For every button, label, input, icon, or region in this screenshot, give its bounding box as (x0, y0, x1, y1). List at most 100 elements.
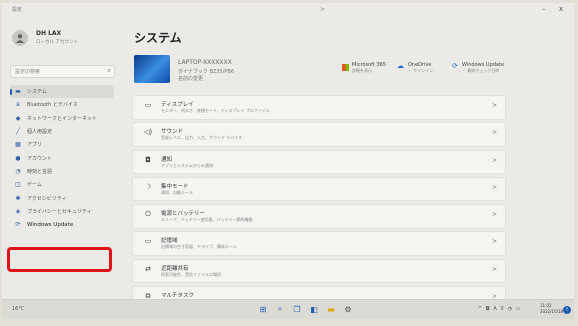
settings-card-power[interactable]: ⏻ 電源とバッテリー スリープ、バッテリー使用量、バッテリー節約機能 > (132, 204, 506, 229)
sidebar: DH LAX ローカル アカウント 設定の検索 ⌕ ▬ システム ʙ Bluet… (2, 19, 118, 294)
sidebar-item-label: Windows Update (27, 221, 74, 228)
card-title: マルチタスク (161, 293, 195, 300)
sidebar-item-accessibility[interactable]: ✱ アクセシビリティ (10, 191, 114, 204)
sidebar-item-accounts[interactable]: ● アカウント (10, 151, 114, 164)
close-button[interactable]: x (559, 5, 563, 13)
sidebar-item-windows-update[interactable]: ⟳ Windows Update (10, 218, 114, 231)
title-bar: 設定 > – x (2, 3, 574, 19)
sidebar-nav: ▬ システム ʙ Bluetooth とデバイス ◆ ネットワークとインターネッ… (10, 85, 114, 231)
settings-icon[interactable]: ⚙ (342, 303, 354, 315)
main-content: システム LAPTOP-XXXXXXX ダイナブック BZ35/PB6 名前の変… (130, 19, 570, 311)
share-icon: ⇄ (145, 264, 151, 273)
settings-card-focus[interactable]: ☽ 集中モード 通知、自動ルール > (132, 176, 506, 202)
page-title: システム (134, 31, 182, 45)
microsoft365-icon (342, 64, 349, 71)
sidebar-item-bluetooth[interactable]: ʙ Bluetooth とデバイス (10, 98, 114, 111)
settings-window: 設定 > – x DH LAX ローカル アカウント 設定の検索 ⌕ ▬ システ… (2, 3, 574, 319)
windows-update-status[interactable]: ⟳ Windows Update ・ 最終チェック日時 (452, 62, 504, 74)
avatar (12, 30, 28, 46)
sidebar-item-label: アカウント (27, 155, 53, 162)
status-sub: ・ サインイン (408, 68, 434, 73)
device-image (134, 55, 170, 83)
title-bar-caret: > (320, 6, 326, 13)
search-icon[interactable]: ⌕ (108, 67, 111, 75)
sidebar-item-label: 個人用設定 (27, 129, 53, 136)
widgets-icon[interactable]: ◧ (308, 303, 320, 315)
windows-update-icon: ⟳ (452, 62, 458, 70)
storage-icon: ▭ (144, 237, 152, 246)
shield-icon: ◈ (15, 207, 21, 215)
power-icon: ⏻ (145, 210, 151, 219)
card-subtitle: モニター、明るさ、夜間モード、ディスプレイ プロファイル (161, 108, 270, 113)
person-icon (16, 34, 24, 43)
sidebar-item-label: Bluetooth とデバイス (27, 102, 78, 109)
sidebar-item-apps[interactable]: ▦ アプリ (10, 138, 114, 151)
chevron-right-icon: > (491, 183, 497, 191)
window-title: 設定 (12, 7, 23, 13)
chevron-right-icon: > (491, 129, 497, 137)
card-title: 電源とバッテリー (161, 211, 206, 218)
notification-icon[interactable]: ! (563, 306, 571, 314)
focus-icon: ☽ (144, 182, 152, 191)
chevron-right-icon: > (491, 238, 497, 246)
microsoft365-status[interactable]: Microsoft 365 詳細を表示 (342, 62, 386, 74)
card-title: 通知 (161, 156, 173, 163)
highlight-box (7, 247, 112, 272)
settings-card-display[interactable]: ▭ ディスプレイ モニター、明るさ、夜間モード、ディスプレイ プロファイル > (132, 95, 506, 120)
sidebar-item-label: アプリ (27, 142, 43, 149)
status-sub: 詳細を表示 (352, 68, 372, 73)
card-subtitle: 音量レベル、出力、入力、サウンド デバイス (161, 135, 243, 141)
onedrive-status[interactable]: ☁ OneDrive ・ サインイン (397, 62, 434, 74)
user-profile[interactable]: DH LAX ローカル アカウント (12, 28, 112, 54)
game-icon: ◫ (15, 181, 21, 189)
taskbar-apps: ⊞ ⌕ ❐ ◧ ▬ ⚙ (257, 303, 354, 315)
wifi-icon: ◆ (15, 114, 21, 122)
sidebar-item-time-language[interactable]: ◔ 時刻と言語 (10, 165, 114, 178)
sidebar-item-label: 時刻と言語 (27, 168, 53, 175)
clock[interactable]: 11:02 2022/10/18 (540, 303, 563, 315)
card-title: 集中モード (161, 183, 189, 190)
sidebar-item-system[interactable]: ▬ システム (10, 85, 114, 99)
device-name: LAPTOP-XXXXXXX (178, 59, 232, 66)
card-subtitle: 探索可能性、受信ファイルの場所 (161, 271, 221, 277)
accessibility-icon: ✱ (15, 194, 21, 202)
user-account-type: ローカル アカウント (36, 40, 78, 45)
card-subtitle: 記憶域の空き容量、ドライブ、構成ルール (161, 244, 237, 250)
card-subtitle: 通知、自動ルール (161, 189, 193, 195)
sidebar-item-label: アクセシビリティ (27, 195, 67, 202)
search-input[interactable]: 設定の検索 (15, 68, 40, 75)
person-icon: ● (15, 154, 21, 162)
settings-card-storage[interactable]: ▭ 記憶域 記憶域の空き容量、ドライブ、構成ルール > (132, 231, 506, 256)
sound-icon: ◁) (143, 128, 153, 137)
settings-card-nearby-sharing[interactable]: ⇄ 近距離共有 探索可能性、受信ファイルの場所 > (132, 258, 506, 284)
search-box[interactable]: 設定の検索 ⌕ (10, 65, 115, 78)
bell-icon: ◘ (145, 155, 151, 164)
windows-start-icon[interactable]: ⊞ (257, 303, 269, 315)
chevron-right-icon: > (491, 156, 497, 164)
device-model: ダイナブック BZ35/PB6 (178, 69, 235, 75)
user-name: DH LAX (36, 30, 62, 37)
clock-icon: ◔ (15, 167, 21, 175)
task-view-icon[interactable]: ❐ (291, 303, 303, 315)
apps-icon: ▦ (15, 141, 21, 149)
file-explorer-icon[interactable]: ▬ (325, 303, 337, 315)
rename-link[interactable]: 名前の変更 (178, 75, 203, 82)
windows-update-icon: ⟳ (15, 221, 21, 229)
weather-widget[interactable]: 16℃ (12, 306, 24, 312)
system-tray[interactable]: ^ ◘ A ⊽ ◔ ▭ (478, 306, 521, 312)
minimize-button[interactable]: – (542, 5, 546, 13)
taskbar: 16℃ ⊞ ⌕ ❐ ◧ ▬ ⚙ ^ ◘ A ⊽ ◔ ▭ 11:02 2022/1… (2, 299, 574, 319)
card-subtitle: アプリとシステムからの通知 (161, 162, 213, 168)
card-title: 近距離共有 (161, 265, 189, 272)
sidebar-item-privacy[interactable]: ◈ プライバシーとセキュリティ (10, 205, 114, 218)
clock-date: 2022/10/18 (540, 309, 564, 314)
settings-card-sound[interactable]: ◁) サウンド 音量レベル、出力、入力、サウンド デバイス > (132, 122, 506, 147)
sidebar-item-personalization[interactable]: ╱ 個人用設定 (10, 125, 114, 138)
bluetooth-icon: ʙ (16, 101, 20, 109)
settings-card-notifications[interactable]: ◘ 通知 アプリとシステムからの通知 > (132, 149, 506, 175)
sidebar-item-label: ゲーム (27, 182, 42, 189)
sidebar-item-network[interactable]: ◆ ネットワークとインターネット (10, 112, 114, 125)
sidebar-item-gaming[interactable]: ◫ ゲーム (10, 178, 114, 191)
search-icon[interactable]: ⌕ (274, 303, 286, 315)
status-sub: ・ 最終チェック日時 (462, 68, 500, 73)
